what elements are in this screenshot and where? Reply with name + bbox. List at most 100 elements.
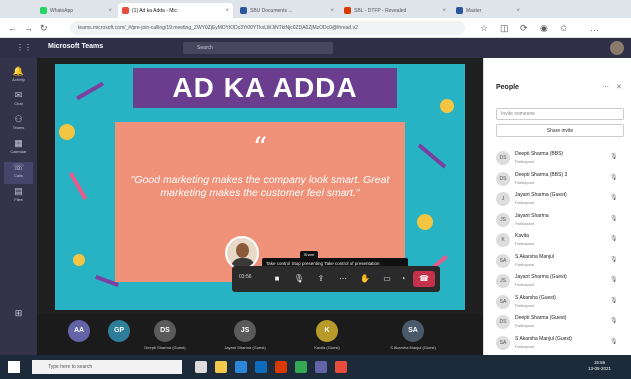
extension-icon[interactable]: ◫ — [500, 22, 509, 34]
participant-tile[interactable]: SA S Akarsha Manjul (Guest) — [378, 320, 448, 354]
invite-search-input[interactable]: Invite someone — [496, 108, 624, 120]
close-tab-icon[interactable]: × — [108, 8, 112, 14]
windows-start-icon[interactable] — [8, 361, 20, 373]
profile-icon[interactable]: ◉ — [540, 22, 548, 34]
person-role: Participant — [515, 200, 534, 205]
mail-icon[interactable] — [255, 361, 267, 373]
teams-search-input[interactable]: Search — [183, 42, 333, 54]
teams-taskbar-icon[interactable] — [315, 361, 327, 373]
people-list-item[interactable]: J Jayant Sharma (Guest) Participant 🎙 — [496, 189, 626, 209]
tab-favicon-icon — [456, 7, 463, 14]
browser-tab[interactable]: SBL - DTFP - Revealed × — [340, 3, 450, 18]
forward-icon[interactable]: → — [24, 22, 33, 34]
person-name: Kavita — [515, 233, 529, 239]
people-list-item[interactable]: DS Deepti Sharma (Guest) Participant 🎙 — [496, 312, 626, 332]
user-avatar[interactable] — [610, 41, 624, 55]
task-view-icon[interactable] — [195, 361, 207, 373]
tab-favicon-icon — [122, 7, 129, 14]
apps-icon: ⊞ — [14, 308, 23, 318]
rail-item-calls[interactable]: ☏ Calls — [4, 162, 33, 184]
back-icon[interactable]: ← — [8, 22, 17, 34]
chrome-icon[interactable] — [295, 361, 307, 373]
person-role: Participant — [515, 302, 534, 308]
call-controls: 03:56 ■ 🎙 ⇪ ⋯ ✋ ▭ ◔ ☎ — [232, 266, 440, 292]
person-avatar: DS — [496, 171, 510, 186]
refresh-icon[interactable]: ↻ — [40, 22, 48, 34]
share-invite-button[interactable]: Share invite — [496, 124, 624, 137]
close-tab-icon[interactable]: × — [516, 8, 520, 14]
rail-item-apps[interactable]: ⊞ — [4, 308, 33, 330]
mic-icon[interactable]: 🎙 — [292, 272, 306, 286]
rail-item-chat[interactable]: ✉ Chat — [4, 90, 33, 112]
tab-label: SBL - DTFP - Revealed — [354, 7, 407, 14]
person-avatar: DS — [496, 151, 510, 165]
participant-avatar: JS — [234, 320, 256, 342]
rail-item-label: Chat — [14, 101, 23, 106]
star-icon[interactable]: ☆ — [480, 22, 488, 34]
tab-label: (1) Ad ka Adda - Mic — [132, 7, 178, 14]
url-field[interactable]: teams.microsoft.com/_#/pre-join-calling/… — [70, 21, 465, 35]
people-list-item[interactable]: SA S Akarsha Manjul Participant 🎙 — [496, 251, 626, 271]
bell-icon: 🔔 — [12, 66, 25, 76]
favorites-icon[interactable]: ✩ — [560, 22, 568, 34]
rail-item-activity[interactable]: 🔔 Activity — [4, 66, 33, 88]
clock-date: 13-05-2021 — [588, 366, 612, 371]
more-options-icon[interactable]: ⋯ — [602, 83, 609, 91]
hang-up-button[interactable]: ☎ — [413, 271, 435, 287]
people-list-item[interactable]: SA S Akarsha Manjul (Guest) Participant 🎙 — [496, 333, 626, 353]
participants-icon[interactable]: ◔ — [396, 272, 410, 286]
people-list-item[interactable]: JS Jayant Sharma Participant 🎙 — [496, 210, 626, 230]
edge-icon[interactable] — [235, 361, 247, 373]
sync-icon[interactable]: ⟳ — [520, 22, 528, 34]
file-explorer-icon[interactable] — [215, 361, 227, 373]
participant-tile[interactable]: DS Deepti Sharma (Guest) — [130, 320, 200, 354]
close-icon[interactable]: ✕ — [616, 83, 622, 91]
person-name: Deepti Sharma (BBS) — [515, 151, 564, 157]
mic-status-icon: 🎙 — [610, 236, 618, 242]
rail-item-label: Calendar — [10, 149, 27, 154]
teams-icon: ⚇ — [14, 114, 23, 124]
app-taskbar-icon[interactable] — [335, 361, 347, 373]
chat-icon: ✉ — [14, 90, 23, 100]
raise-hand-icon[interactable]: ✋ — [358, 272, 372, 286]
close-tab-icon[interactable]: × — [442, 8, 446, 14]
rail-item-files[interactable]: ▤ Files — [4, 186, 33, 208]
quote-mark: “ — [252, 131, 268, 164]
more-actions-icon[interactable]: ⋯ — [336, 272, 350, 286]
share-screen-icon[interactable]: ⇪ — [314, 272, 328, 286]
tab-favicon-icon — [240, 7, 247, 14]
tab-label: SBU Documents ... — [250, 7, 293, 14]
people-list-item[interactable]: DS Deepti Sharma (BBS) Participant 🎙 — [496, 148, 626, 168]
person-avatar: K — [496, 233, 510, 247]
person-name: S Akarsha Manjul — [515, 253, 554, 260]
people-list-item[interactable]: SA S Akarsha (Guest) Participant 🎙 — [496, 292, 626, 312]
participant-tile[interactable]: JS Jayant Sharma (Guest) — [210, 320, 280, 354]
browser-tab[interactable]: (1) Ad ka Adda - Mic × — [118, 3, 233, 18]
participant-avatar: K — [316, 320, 338, 342]
rail-item-label: Calls — [14, 173, 23, 178]
avatar-head — [236, 243, 249, 258]
taskbar-search-input[interactable]: Type here to search — [32, 360, 182, 374]
people-list-item[interactable]: K Kavita Participant 🎙 — [496, 230, 626, 250]
participant-name: Kavita (Guest) — [314, 345, 340, 350]
people-list-item[interactable]: JS Jayant Sharma (Guest) Participant 🎙 — [496, 271, 626, 291]
browser-tab[interactable]: WhatsApp × — [36, 3, 116, 18]
browser-tab[interactable]: SBU Documents ... × — [236, 3, 338, 18]
chat-toggle-icon[interactable]: ▭ — [380, 272, 394, 286]
mic-status-icon: 🎙 — [610, 195, 618, 201]
participant-tile[interactable]: K Kavita (Guest) — [292, 320, 362, 354]
people-list-item[interactable]: DS Deepti Sharma (BBS) 3 Participant 🎙 — [496, 169, 626, 189]
powerpoint-icon[interactable] — [275, 361, 287, 373]
person-name: Jayant Sharma (Guest) — [515, 192, 567, 198]
rail-item-teams[interactable]: ⚇ Teams — [4, 114, 33, 136]
deco-zigzag — [68, 172, 88, 200]
camera-icon[interactable]: ■ — [270, 272, 284, 286]
person-role: Participant — [515, 220, 534, 226]
close-tab-icon[interactable]: × — [330, 8, 334, 14]
browser-tab[interactable]: Master × — [452, 3, 524, 18]
app-launcher-icon[interactable]: ⋮⋮ — [16, 43, 32, 52]
close-tab-icon[interactable]: × — [225, 8, 229, 14]
rail-item-calendar[interactable]: ▦ Calendar — [4, 138, 33, 160]
more-icon[interactable]: … — [590, 22, 599, 34]
deco-circle — [59, 124, 75, 140]
